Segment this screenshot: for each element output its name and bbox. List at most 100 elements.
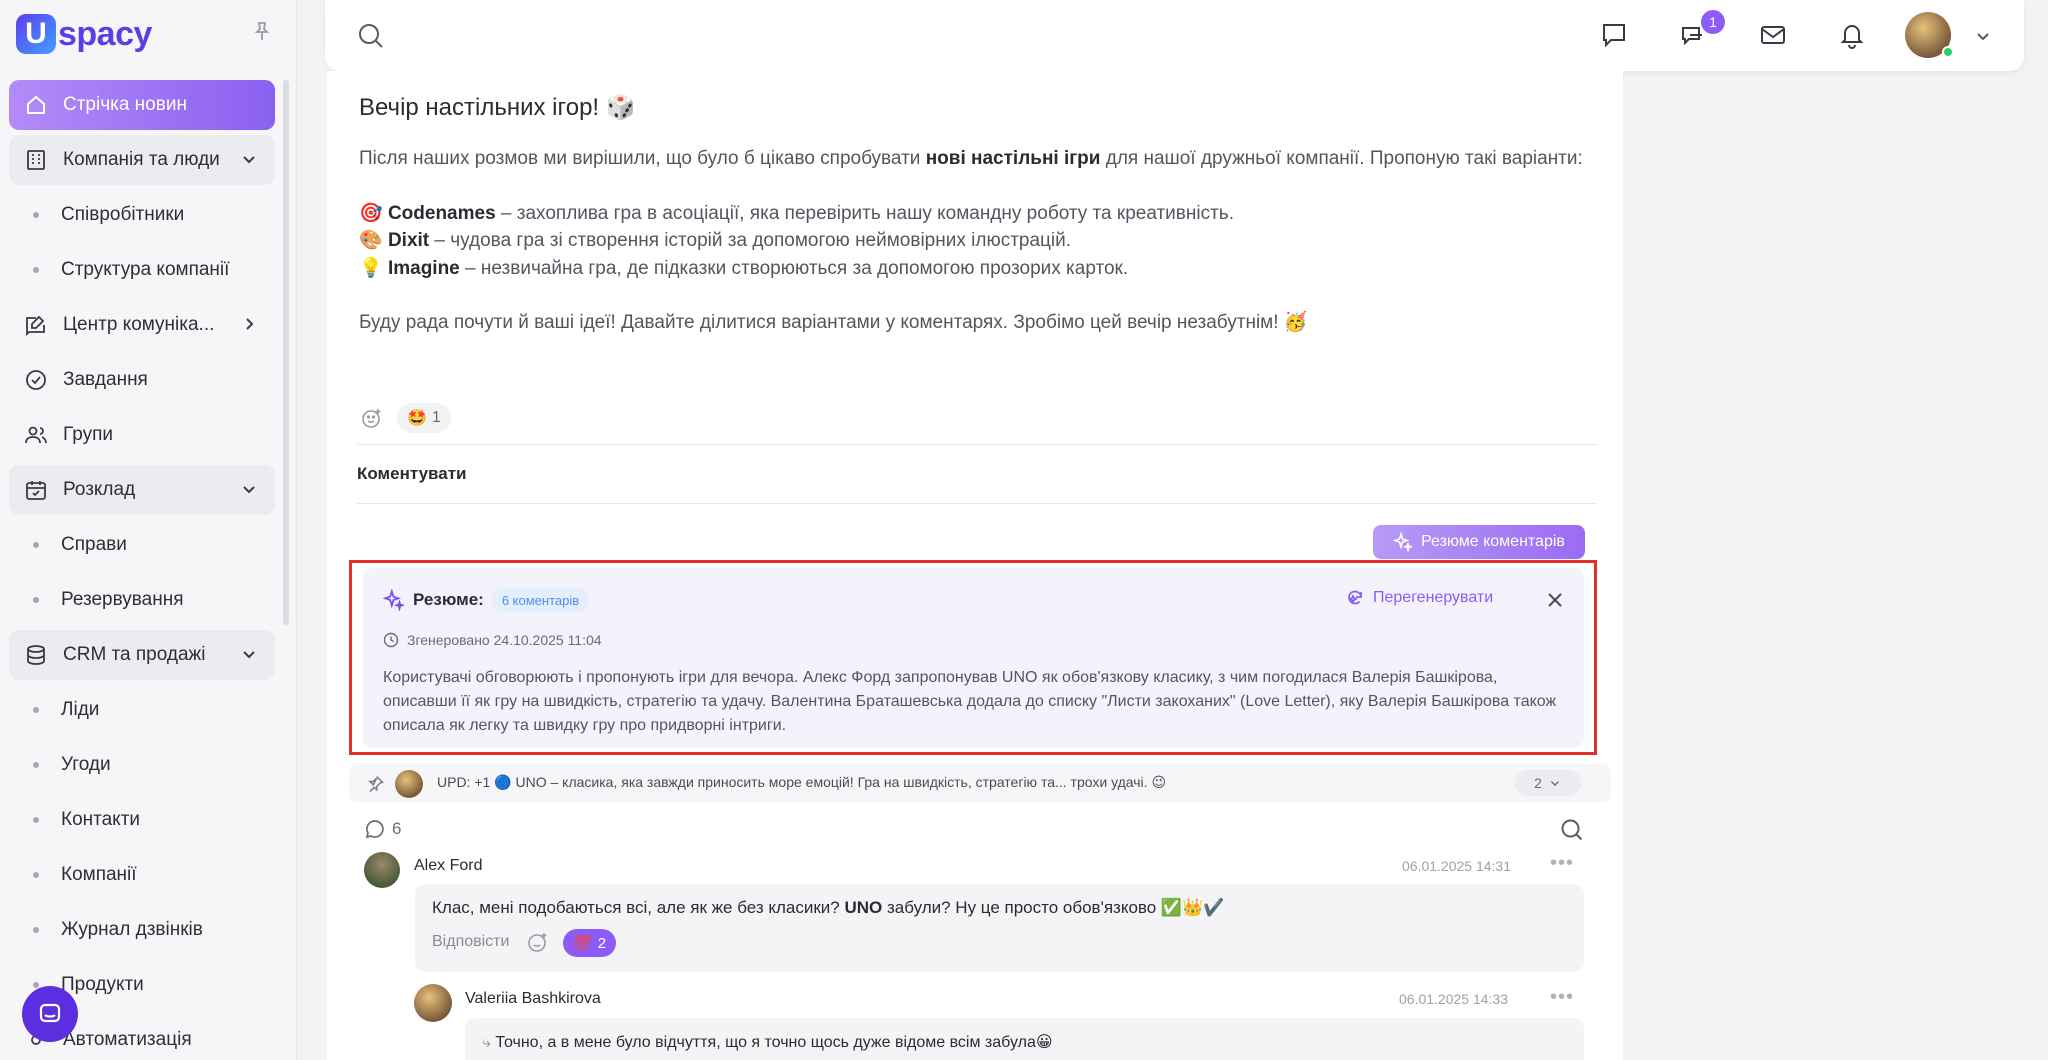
sidebar-item-reservations[interactable]: Резервування [9,575,275,625]
sidebar-item-label: Компанія та люди [63,149,220,170]
sidebar-item-label: Групи [63,424,113,445]
sidebar-item-call-log[interactable]: Журнал дзвінків [9,905,275,955]
post-body: Після наших розмов ми вирішили, що було … [359,145,1599,337]
logo-mark: U [16,14,56,54]
more-options-icon[interactable]: ••• [1550,986,1574,1009]
reply-arrow-icon: ⤷ [482,1034,491,1051]
game-name: Dixit [387,230,430,251]
comment-text-part: забули? Ну це просто обов'язково ✅👑✔️ [882,898,1225,917]
chevron-down-icon[interactable] [1973,26,1993,46]
comment-author[interactable]: Alex Ford [414,857,482,875]
comment-text: ⤷ Точно, а в мене було відчуття, що я то… [482,1032,1053,1052]
bullet [33,707,39,713]
avatar[interactable] [364,852,400,888]
regenerate-button[interactable]: Перегенерувати [1345,588,1493,608]
sidebar-item-label: Резервування [61,589,184,610]
pinned-comment[interactable]: UPD: +1 🔵 UNO – класика, яка завжди прин… [349,764,1611,802]
sidebar-item-label: Розклад [63,479,136,500]
sidebar-item-companies[interactable]: Компанії [9,850,275,900]
clock-icon [383,632,399,648]
sidebar-item-employees[interactable]: Співробітники [9,190,275,240]
sidebar-item-label: Справи [61,534,127,555]
sidebar-item-label: Контакти [61,809,141,830]
sidebar-item-leads[interactable]: Ліди [9,685,275,735]
reply-button[interactable]: Відповісти [432,933,509,951]
game-emoji: 🎨 [359,230,383,251]
online-status-dot [1942,46,1954,58]
reaction-emoji: 🤩 [407,410,427,427]
reaction-emoji: 💯 [573,935,592,952]
more-options-icon[interactable]: ••• [1550,852,1574,875]
chevron-down-icon [239,644,259,664]
sidebar-item-communication-center[interactable]: Центр комуніка... [9,300,275,350]
avatar[interactable] [414,984,452,1022]
sidebar-item-schedule[interactable]: Розклад [9,465,275,515]
chat-bubble-icon [39,1003,61,1023]
game-emoji: 💡 [359,257,383,279]
comment-text: Клас, мені подобаються всі, але як же бе… [432,898,1224,918]
edit-chat-icon [23,312,49,338]
sidebar-scrollbar[interactable] [283,80,289,625]
pin-sidebar-icon[interactable] [250,20,274,44]
divider [357,444,1597,445]
messages-badge: 1 [1701,10,1725,34]
game-desc: – незвичайна гра, де підказки створюютьс… [459,257,1129,279]
tab-comment[interactable]: Коментувати [357,464,467,484]
comment-icon [365,820,384,839]
pinned-count-dropdown[interactable]: 2 [1515,770,1581,796]
game-desc: – чудова гра зі створення історій за доп… [429,230,1072,251]
avatar[interactable] [395,770,423,798]
sidebar-item-company-people[interactable]: Компанія та люди [9,135,275,185]
game-name: Codenames [387,202,496,224]
add-reaction-icon[interactable] [357,403,387,433]
search-icon[interactable] [357,22,385,50]
summarize-comments-label: Резюме коментарів [1421,533,1565,550]
chevron-down-icon [1550,781,1559,787]
sidebar-item-affairs[interactable]: Справи [9,520,275,570]
post-intro: Після наших розмов ми вирішили, що було … [359,145,1599,173]
pin-icon[interactable] [365,774,385,794]
post-title: Вечір настільних ігор! 🎲 [359,94,636,121]
sidebar-item-groups[interactable]: Групи [9,410,275,460]
logo[interactable]: U spacy [16,12,152,56]
post-outro: Буду рада почути й ваші ідеї! Давайте ді… [359,312,1308,333]
game-item: 🎯 Codenames – захоплива гра в асоціації,… [359,200,1599,228]
close-icon[interactable] [1545,590,1565,610]
reaction-count: 1 [431,409,441,426]
comment-text-part: Клас, мені подобаються всі, але як же бе… [432,898,845,917]
post-reactions: 🤩 1 [357,403,451,433]
summary-count-badge: 6 коментарів [491,588,590,612]
sidebar-item-company-structure[interactable]: Структура компанії [9,245,275,295]
sidebar-item-label: Угоди [61,754,111,775]
pinned-count: 2 [1534,775,1542,791]
bullet [33,927,39,933]
sidebar-item-news-feed[interactable]: Стрічка новин [9,80,275,130]
sidebar-item-crm[interactable]: CRM та продажі [9,630,275,680]
comment-bold: UNO [844,898,883,917]
summary-header: Резюме: 6 коментарів [383,588,590,612]
sidebar-item-deals[interactable]: Угоди [9,740,275,790]
comment-count-value: 6 [392,819,402,838]
sparkle-icon [1393,532,1414,552]
summary-generated-label: Згенеровано 24.10.2025 11:04 [407,632,602,648]
sidebar-item-tasks[interactable]: Завдання [9,355,275,405]
users-icon [23,422,49,448]
comment-author[interactable]: Valeriia Bashkirova [465,990,601,1008]
summary-text: Користувачі обговорюють і пропонують ігр… [383,669,1557,734]
sidebar-item-contacts[interactable]: Контакти [9,795,275,845]
support-chat-button[interactable] [22,986,78,1042]
check-circle-icon [23,367,49,393]
sidebar-item-label: Ліди [61,699,100,720]
chat-icon[interactable] [1599,20,1629,50]
bullet [33,212,39,218]
bell-icon[interactable] [1837,20,1867,50]
reaction-pill[interactable]: 🤩 1 [397,403,451,433]
sidebar-item-label: Завдання [63,369,148,390]
building-icon [23,147,49,173]
add-reaction-icon[interactable] [527,931,549,953]
mail-icon[interactable] [1758,20,1788,50]
summarize-comments-button[interactable]: Резюме коментарів [1373,525,1585,559]
search-icon[interactable] [1560,818,1584,842]
reaction-pill[interactable]: 💯 2 [563,929,617,957]
game-name: Imagine [387,257,460,279]
